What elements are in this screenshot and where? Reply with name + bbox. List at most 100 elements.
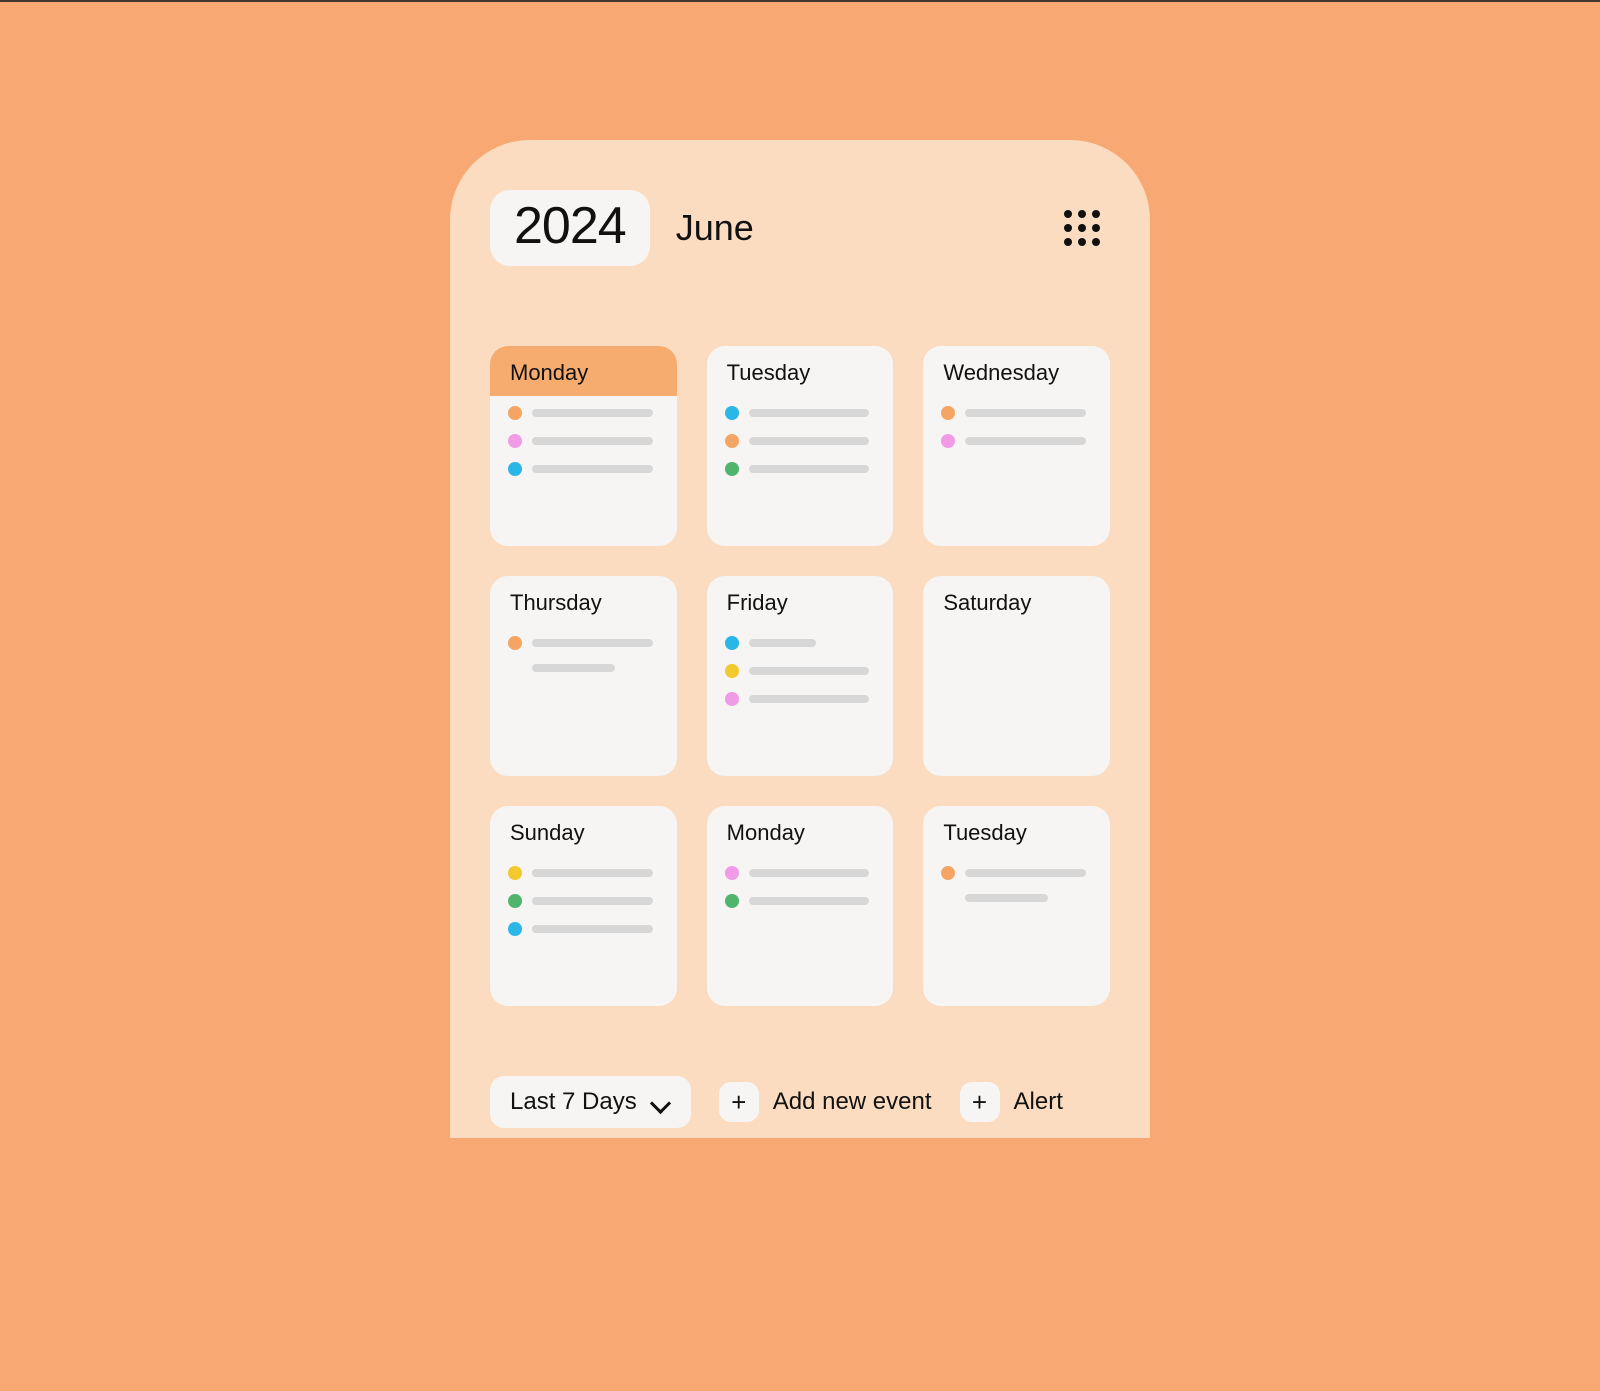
event-item[interactable] bbox=[508, 894, 659, 908]
event-placeholder bbox=[532, 639, 653, 647]
event-placeholder bbox=[749, 437, 870, 445]
event-item[interactable] bbox=[725, 636, 876, 650]
calendar-header: 2024 June bbox=[490, 190, 1110, 266]
event-dot-icon bbox=[508, 866, 522, 880]
event-item[interactable] bbox=[725, 894, 876, 908]
event-placeholder bbox=[532, 664, 615, 672]
event-placeholder bbox=[749, 409, 870, 417]
add-event-label: Add new event bbox=[773, 1088, 932, 1116]
event-dot-icon bbox=[941, 406, 955, 420]
day-card[interactable]: Wednesday bbox=[923, 346, 1110, 546]
day-label: Saturday bbox=[923, 576, 1110, 626]
day-card[interactable]: Monday bbox=[707, 806, 894, 1006]
event-list bbox=[707, 626, 894, 706]
event-item[interactable] bbox=[508, 434, 659, 448]
event-item[interactable] bbox=[508, 636, 659, 650]
day-label: Tuesday bbox=[707, 346, 894, 396]
event-item[interactable] bbox=[508, 406, 659, 420]
event-dot-icon bbox=[941, 866, 955, 880]
event-dot-icon bbox=[508, 462, 522, 476]
app-grid-icon[interactable] bbox=[1064, 210, 1100, 246]
event-dot-icon bbox=[725, 692, 739, 706]
event-dot-icon bbox=[941, 434, 955, 448]
day-card[interactable]: Tuesday bbox=[923, 806, 1110, 1006]
plus-icon: + bbox=[719, 1082, 759, 1122]
add-event-button[interactable]: + Add new event bbox=[719, 1082, 932, 1122]
event-placeholder bbox=[965, 894, 1048, 902]
event-placeholder bbox=[532, 897, 653, 905]
event-item[interactable] bbox=[725, 664, 876, 678]
calendar-panel: 2024 June Monday Tuesday Wednesday Thursday… bbox=[450, 140, 1150, 1138]
event-list bbox=[707, 396, 894, 476]
year-badge[interactable]: 2024 bbox=[490, 190, 650, 266]
day-label: Monday bbox=[707, 806, 894, 856]
event-dot-icon bbox=[725, 664, 739, 678]
event-item[interactable] bbox=[725, 462, 876, 476]
event-item[interactable] bbox=[941, 866, 1092, 880]
day-card[interactable]: Sunday bbox=[490, 806, 677, 1006]
day-label: Monday bbox=[490, 346, 677, 396]
event-placeholder bbox=[532, 925, 653, 933]
bottom-controls: Last 7 Days + Add new event + Alert bbox=[490, 1076, 1110, 1138]
event-item[interactable] bbox=[725, 866, 876, 880]
month-label[interactable]: June bbox=[676, 207, 754, 249]
event-item[interactable] bbox=[508, 866, 659, 880]
event-list bbox=[707, 856, 894, 908]
event-item[interactable] bbox=[941, 434, 1092, 448]
event-item-continuation bbox=[941, 894, 1092, 902]
event-placeholder bbox=[749, 897, 870, 905]
event-placeholder bbox=[965, 409, 1086, 417]
event-placeholder bbox=[749, 639, 817, 647]
event-item[interactable] bbox=[725, 692, 876, 706]
event-dot-icon bbox=[725, 434, 739, 448]
event-placeholder bbox=[965, 437, 1086, 445]
event-dot-icon bbox=[725, 866, 739, 880]
day-card[interactable]: Friday bbox=[707, 576, 894, 776]
event-placeholder bbox=[749, 869, 870, 877]
day-card[interactable]: Saturday bbox=[923, 576, 1110, 776]
day-label: Thursday bbox=[490, 576, 677, 626]
day-card[interactable]: Monday bbox=[490, 346, 677, 546]
event-dot-icon bbox=[725, 636, 739, 650]
day-label: Wednesday bbox=[923, 346, 1110, 396]
event-placeholder bbox=[749, 695, 870, 703]
event-dot-icon bbox=[725, 894, 739, 908]
event-dot-icon bbox=[725, 406, 739, 420]
event-placeholder bbox=[532, 465, 653, 473]
event-list bbox=[923, 626, 1110, 636]
event-list bbox=[923, 856, 1110, 902]
event-placeholder bbox=[749, 667, 870, 675]
event-item[interactable] bbox=[508, 462, 659, 476]
event-placeholder bbox=[532, 869, 653, 877]
day-card[interactable]: Thursday bbox=[490, 576, 677, 776]
alert-label: Alert bbox=[1014, 1088, 1063, 1116]
event-list bbox=[923, 396, 1110, 448]
chevron-down-icon bbox=[651, 1094, 671, 1114]
event-item[interactable] bbox=[508, 922, 659, 936]
event-dot-icon bbox=[508, 922, 522, 936]
day-label: Friday bbox=[707, 576, 894, 626]
event-item[interactable] bbox=[941, 406, 1092, 420]
event-placeholder bbox=[532, 437, 653, 445]
day-card[interactable]: Tuesday bbox=[707, 346, 894, 546]
event-dot-icon bbox=[725, 462, 739, 476]
day-label: Sunday bbox=[490, 806, 677, 856]
plus-icon: + bbox=[960, 1082, 1000, 1122]
event-list bbox=[490, 396, 677, 476]
range-selector[interactable]: Last 7 Days bbox=[490, 1076, 691, 1128]
event-placeholder bbox=[532, 409, 653, 417]
days-grid: Monday Tuesday Wednesday Thursday Friday Satu… bbox=[490, 346, 1110, 1006]
event-dot-icon bbox=[508, 636, 522, 650]
event-dot-icon bbox=[508, 434, 522, 448]
alert-button[interactable]: + Alert bbox=[960, 1082, 1063, 1122]
event-list bbox=[490, 626, 677, 672]
event-dot-icon bbox=[508, 406, 522, 420]
event-list bbox=[490, 856, 677, 936]
event-item[interactable] bbox=[725, 406, 876, 420]
day-label: Tuesday bbox=[923, 806, 1110, 856]
event-placeholder bbox=[749, 465, 870, 473]
event-dot-icon bbox=[508, 894, 522, 908]
event-item[interactable] bbox=[725, 434, 876, 448]
range-label: Last 7 Days bbox=[510, 1088, 637, 1116]
event-placeholder bbox=[965, 869, 1086, 877]
